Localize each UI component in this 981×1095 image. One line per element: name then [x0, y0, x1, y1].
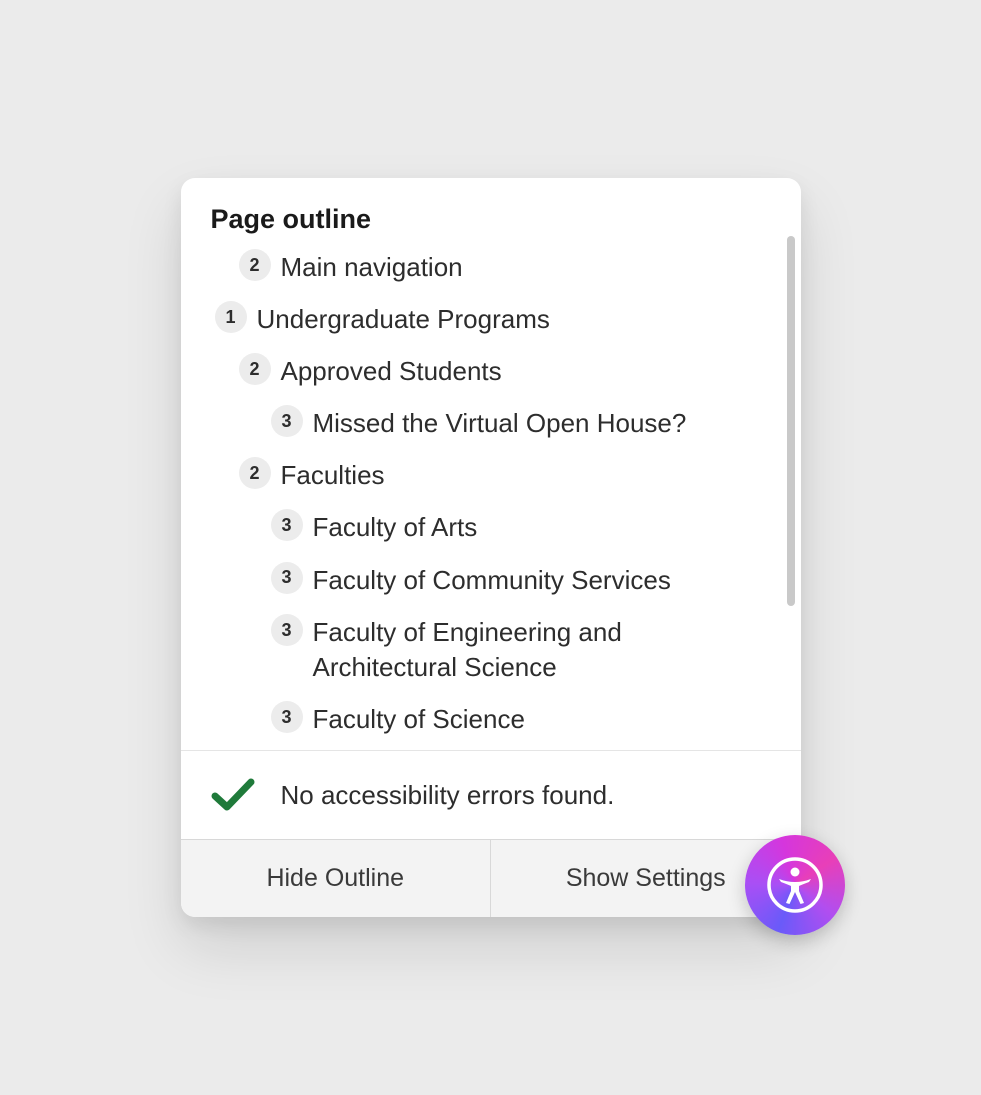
- outline-item[interactable]: 2 Faculties: [211, 457, 771, 493]
- outline-item[interactable]: 3 Faculty of Arts: [211, 509, 771, 545]
- outline-item-text: Faculties: [281, 457, 385, 493]
- heading-level-badge: 2: [239, 249, 271, 281]
- outline-item-text: Missed the Virtual Open House?: [313, 405, 687, 441]
- outline-title: Page outline: [211, 204, 771, 235]
- accessibility-icon: [765, 855, 825, 915]
- status-text: No accessibility errors found.: [281, 780, 615, 811]
- check-icon: [211, 777, 255, 813]
- outline-item[interactable]: 3 Faculty of Community Services: [211, 562, 771, 598]
- outline-section: Page outline 2 Main navigation 1 Undergr…: [181, 178, 801, 750]
- outline-item-text: Approved Students: [281, 353, 502, 389]
- outline-item[interactable]: 3 Missed the Virtual Open House?: [211, 405, 771, 441]
- outline-item[interactable]: 3 Faculty of Engineering and Architectur…: [211, 614, 771, 685]
- accessibility-outline-panel: Page outline 2 Main navigation 1 Undergr…: [181, 178, 801, 917]
- outline-item[interactable]: 1 Undergraduate Programs: [211, 301, 771, 337]
- outline-item-text: Faculty of Arts: [313, 509, 478, 545]
- outline-item-text: Faculty of Engineering and Architectural…: [313, 614, 771, 685]
- outline-item[interactable]: 3 Faculty of Science: [211, 701, 771, 737]
- heading-level-badge: 3: [271, 405, 303, 437]
- status-bar: No accessibility errors found.: [181, 750, 801, 839]
- outline-item[interactable]: 2 Main navigation: [211, 249, 771, 285]
- button-row: Hide Outline Show Settings: [181, 839, 801, 917]
- outline-item-text: Main navigation: [281, 249, 463, 285]
- outline-item-text: Undergraduate Programs: [257, 301, 550, 337]
- heading-level-badge: 3: [271, 701, 303, 733]
- heading-level-badge: 3: [271, 614, 303, 646]
- heading-level-badge: 2: [239, 457, 271, 489]
- outline-item-text: Faculty of Science: [313, 701, 525, 737]
- heading-level-badge: 2: [239, 353, 271, 385]
- heading-level-badge: 3: [271, 509, 303, 541]
- outline-item-text: Faculty of Community Services: [313, 562, 671, 598]
- hide-outline-button[interactable]: Hide Outline: [181, 840, 492, 917]
- heading-level-badge: 3: [271, 562, 303, 594]
- outline-list: 2 Main navigation 1 Undergraduate Progra…: [211, 249, 771, 750]
- scrollbar[interactable]: [787, 236, 795, 606]
- accessibility-fab[interactable]: [745, 835, 845, 935]
- heading-level-badge: 1: [215, 301, 247, 333]
- outline-item[interactable]: 2 Approved Students: [211, 353, 771, 389]
